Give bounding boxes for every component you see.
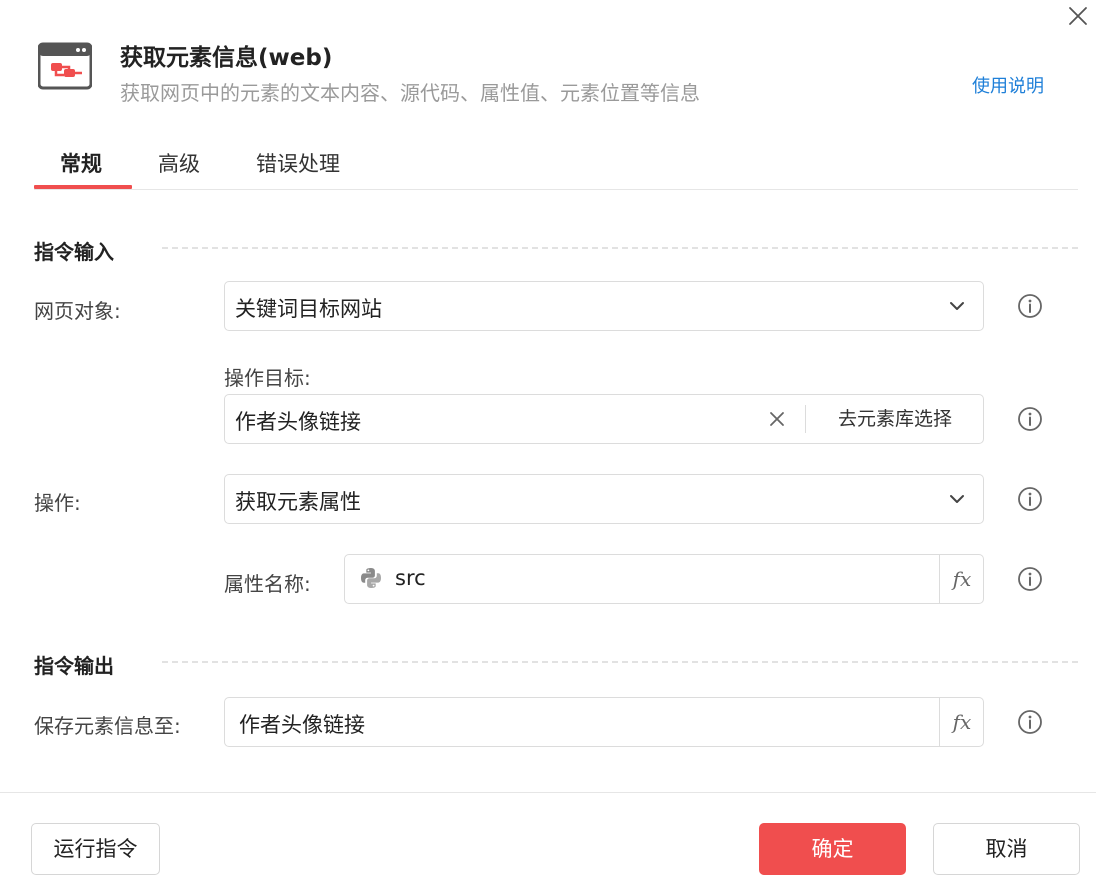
footer-divider	[0, 792, 1096, 793]
close-button[interactable]	[1066, 4, 1090, 28]
tab-error-handling[interactable]: 错误处理	[256, 148, 340, 190]
section-title-output: 指令输出	[34, 654, 114, 678]
operation-label: 操作:	[34, 491, 81, 515]
select-from-element-library-button[interactable]: 去元素库选择	[807, 395, 983, 443]
fx-button[interactable]: fx	[940, 698, 984, 746]
section-divider	[162, 247, 1078, 249]
save-to-label: 保存元素信息至:	[34, 714, 181, 738]
section-divider	[162, 661, 1078, 663]
chevron-down-icon	[950, 302, 964, 310]
webpage-object-label: 网页对象:	[34, 299, 121, 323]
tab-label: 高级	[158, 152, 200, 176]
webpage-object-value: 关键词目标网站	[235, 297, 382, 321]
tab-label: 错误处理	[256, 152, 340, 176]
operation-value: 获取元素属性	[235, 490, 361, 514]
operation-target-field: 作者头像链接 去元素库选择	[224, 394, 984, 444]
section-title-input: 指令输入	[34, 240, 114, 264]
save-to-value: 作者头像链接	[239, 713, 365, 737]
attribute-name-value: src	[395, 566, 426, 590]
info-icon[interactable]	[1017, 709, 1043, 735]
tab-label: 常规	[60, 152, 102, 176]
tab-bar: 常规 高级 错误处理	[34, 142, 1078, 190]
browser-element-icon	[37, 42, 93, 90]
page-title: 获取元素信息(web)	[120, 45, 333, 71]
attribute-name-input[interactable]: src fx	[344, 554, 984, 604]
tab-general[interactable]: 常规	[60, 148, 102, 190]
attribute-name-label: 属性名称:	[224, 572, 311, 596]
field-divider	[805, 405, 806, 433]
webpage-object-select[interactable]: 关键词目标网站	[224, 281, 984, 331]
operation-target-value: 作者头像链接	[235, 410, 361, 434]
confirm-button[interactable]: 确定	[759, 823, 906, 875]
help-link[interactable]: 使用说明	[972, 72, 1044, 98]
fx-button[interactable]: fx	[940, 555, 984, 603]
operation-select[interactable]: 获取元素属性	[224, 474, 984, 524]
chevron-down-icon	[950, 495, 964, 503]
page-subtitle: 获取网页中的元素的文本内容、源代码、属性值、元素位置等信息	[120, 81, 700, 105]
run-command-button[interactable]: 运行指令	[31, 823, 160, 875]
info-icon[interactable]	[1017, 293, 1043, 319]
python-icon	[361, 568, 381, 588]
operation-target-label: 操作目标:	[224, 366, 311, 390]
active-tab-indicator	[34, 185, 132, 189]
clear-icon[interactable]	[767, 409, 787, 429]
close-icon	[1069, 7, 1087, 25]
tab-advanced[interactable]: 高级	[158, 148, 200, 190]
info-icon[interactable]	[1017, 566, 1043, 592]
save-to-input[interactable]: 作者头像链接 fx	[224, 697, 984, 747]
cancel-button[interactable]: 取消	[933, 823, 1080, 875]
info-icon[interactable]	[1017, 406, 1043, 432]
info-icon[interactable]	[1017, 486, 1043, 512]
